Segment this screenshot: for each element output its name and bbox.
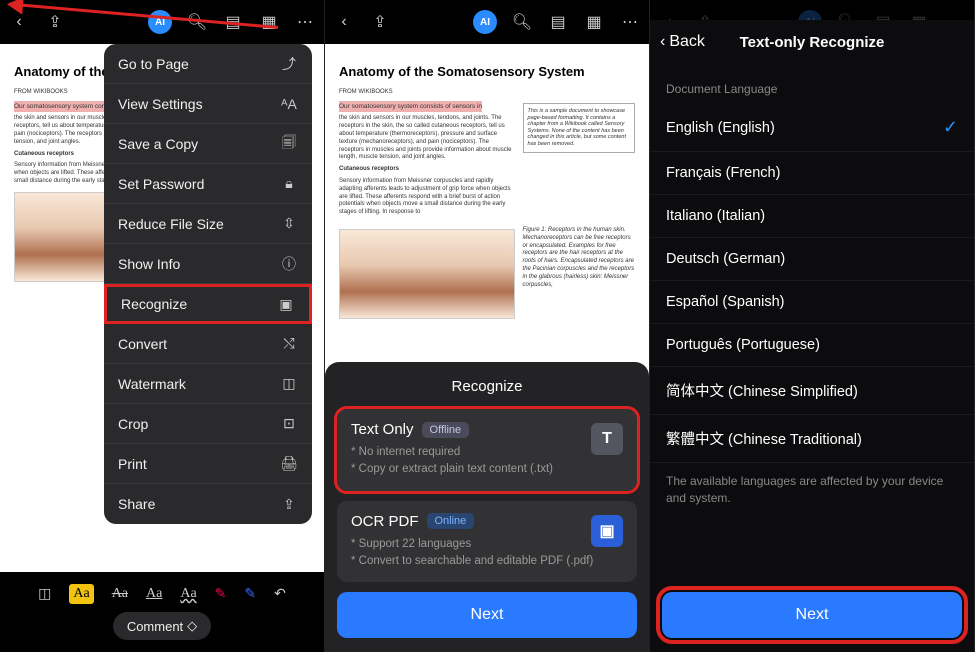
lang-german[interactable]: Deutsch (German) (650, 238, 974, 281)
squiggle-tool[interactable]: Aa (180, 586, 196, 602)
menu-recognize[interactable]: Recognize▣ (104, 284, 312, 324)
page-title: Text-only Recognize (740, 34, 885, 51)
undo-icon[interactable]: ↶ (274, 586, 286, 603)
screen-1: ‹ ⇪ AI 🔍︎ ▤ ▦ ⋯ Anatomy of the Somatosen… (0, 0, 325, 652)
highlight-tool[interactable]: Aa (69, 584, 93, 604)
lang-italian[interactable]: Italiano (Italian) (650, 195, 974, 238)
grid-icon[interactable]: ▦ (258, 11, 280, 33)
offline-badge: Offline (422, 422, 470, 438)
lang-portuguese[interactable]: Português (Portuguese) (650, 324, 974, 367)
comment-button[interactable]: Comment◇ (113, 612, 211, 640)
text-icon: T (591, 423, 623, 455)
more-icon[interactable]: ⋯ (294, 11, 316, 33)
lang-chinese-simplified[interactable]: 简体中文 (Chinese Simplified) (650, 367, 974, 415)
menu-reduce-file[interactable]: Reduce File Size⇳ (104, 204, 312, 244)
print-icon: 🖨︎ (280, 455, 298, 472)
underline-tool[interactable]: Aa (146, 586, 162, 602)
pen-tool[interactable]: ✎ (215, 586, 227, 603)
screen-3: ‹⇪ AI🔍︎▤▦⋯ ‹Back Text-only Recognize Doc… (650, 0, 975, 652)
menu-view-settings[interactable]: View SettingsᴬA (104, 84, 312, 124)
menu-print[interactable]: Print🖨︎ (104, 444, 312, 484)
section-label: Document Language (650, 64, 974, 104)
sheet-title: Recognize (337, 378, 637, 395)
menu-share[interactable]: Share⇪ (104, 484, 312, 524)
lang-french[interactable]: Français (French) (650, 152, 974, 195)
bottom-toolbar: ◫ Aa Aa Aa Aa ✎ ✎ ↶ Comment◇ (0, 572, 324, 652)
chevron-left-icon: ‹ (660, 33, 665, 51)
back-button[interactable]: ‹Back (660, 33, 705, 51)
lang-chinese-traditional[interactable]: 繁體中文 (Chinese Traditional) (650, 415, 974, 463)
select-tool-icon[interactable]: ◫ (38, 586, 51, 603)
menu-watermark[interactable]: Watermark◫ (104, 364, 312, 404)
info-icon: ⓘ (280, 254, 298, 274)
menu-save-copy[interactable]: Save a Copy🗐 (104, 124, 312, 164)
menu-goto-page[interactable]: Go to Page⤴ (104, 44, 312, 84)
more-menu: Go to Page⤴ View SettingsᴬA Save a Copy🗐… (104, 44, 312, 524)
scan-icon: ▣ (591, 515, 623, 547)
online-badge: Online (427, 513, 475, 529)
share-icon[interactable]: ⇪ (369, 11, 391, 33)
share-icon: ⇪ (280, 496, 298, 513)
crop-icon: ⊡ (280, 415, 298, 432)
check-icon: ✓ (943, 117, 958, 138)
more-icon[interactable]: ⋯ (619, 11, 641, 33)
nav-bar: ‹Back Text-only Recognize (650, 20, 974, 64)
lang-spanish[interactable]: Español (Spanish) (650, 281, 974, 324)
option-ocr-pdf[interactable]: OCR PDF Online * Support 22 languages * … (337, 501, 637, 583)
chevron-updown-icon: ◇ (187, 618, 197, 634)
menu-set-password[interactable]: Set Password🔒︎ (104, 164, 312, 204)
back-icon[interactable]: ‹ (8, 11, 30, 33)
next-button[interactable]: Next (337, 592, 637, 638)
back-icon[interactable]: ‹ (333, 11, 355, 33)
recognize-sheet: Recognize Text Only Offline * No interne… (325, 362, 649, 652)
strike-tool[interactable]: Aa (112, 586, 128, 602)
outline-icon[interactable]: ▤ (222, 11, 244, 33)
doc-sub: From Wikibooks (339, 89, 635, 95)
lang-note: The available languages are affected by … (650, 463, 974, 507)
save-icon: 🗐 (280, 132, 298, 156)
goto-icon: ⤴ (280, 54, 298, 74)
convert-icon: ⤭ (280, 335, 298, 352)
doc-figure (339, 229, 515, 319)
next-button[interactable]: Next (662, 592, 962, 638)
search-icon[interactable]: 🔍︎ (186, 11, 208, 33)
grid-icon[interactable]: ▦ (583, 11, 605, 33)
share-icon[interactable]: ⇪ (44, 11, 66, 33)
menu-convert[interactable]: Convert⤭ (104, 324, 312, 364)
lock-icon: 🔒︎ (280, 175, 298, 192)
lang-english[interactable]: English (English)✓ (650, 104, 974, 152)
view-icon: ᴬA (280, 96, 298, 112)
menu-crop[interactable]: Crop⊡ (104, 404, 312, 444)
outline-icon[interactable]: ▤ (547, 11, 569, 33)
option-text-only[interactable]: Text Only Offline * No internet required… (337, 409, 637, 491)
pen2-tool[interactable]: ✎ (244, 586, 256, 603)
menu-show-info[interactable]: Show Infoⓘ (104, 244, 312, 284)
watermark-icon: ◫ (280, 375, 298, 392)
doc-title: Anatomy of the Somatosensory System (339, 64, 635, 79)
recognize-icon: ▣ (277, 296, 295, 313)
ai-icon[interactable]: AI (473, 10, 497, 34)
compress-icon: ⇳ (280, 215, 298, 232)
topbar: ‹ ⇪ AI 🔍︎ ▤ ▦ ⋯ (0, 0, 324, 44)
search-icon[interactable]: 🔍︎ (511, 11, 533, 33)
topbar: ‹ ⇪ AI 🔍︎ ▤ ▦ ⋯ (325, 0, 649, 44)
ai-icon[interactable]: AI (148, 10, 172, 34)
screen-2: ‹ ⇪ AI 🔍︎ ▤ ▦ ⋯ Anatomy of the Somatosen… (325, 0, 650, 652)
